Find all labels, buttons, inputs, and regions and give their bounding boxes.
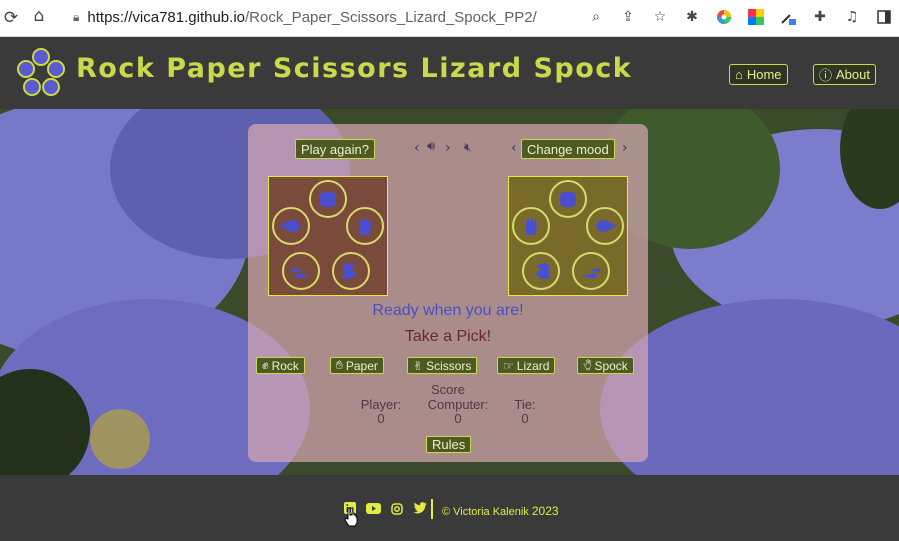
hand-lizard-icon bbox=[522, 252, 560, 290]
home-button[interactable]: ⌂ Home bbox=[729, 64, 788, 85]
logo-icon[interactable] bbox=[16, 47, 66, 97]
chevron-right-icon[interactable]: › bbox=[445, 140, 451, 156]
chevron-left-icon[interactable]: ‹ bbox=[511, 140, 517, 156]
puzzle-icon[interactable]: ✚ bbox=[811, 8, 829, 26]
zoom-icon[interactable]: ⌕ bbox=[587, 8, 605, 26]
choice-spock-button[interactable]: 🖖︎ Spock bbox=[577, 357, 634, 374]
tie-score: Tie: 0 bbox=[510, 398, 540, 426]
choice-rock-button[interactable]: ✊︎ Rock bbox=[256, 357, 305, 374]
color-wheel-icon[interactable] bbox=[715, 8, 733, 26]
play-again-button[interactable]: Play again? bbox=[295, 139, 375, 159]
sound-on-icon[interactable]: 🔊︎ bbox=[427, 139, 435, 154]
choice-label: Spock bbox=[594, 358, 628, 373]
sound-mute-icon[interactable]: 🔇︎ bbox=[464, 140, 472, 155]
home-icon[interactable]: ⌂ bbox=[30, 6, 48, 26]
hand-scissors-icon bbox=[572, 252, 610, 290]
hand-cursor-icon bbox=[343, 507, 359, 531]
instagram-icon[interactable] bbox=[390, 502, 403, 515]
choice-label: Lizard bbox=[516, 358, 550, 373]
hand-paper-icon bbox=[272, 207, 310, 245]
credit-name: © Victoria Kalenik bbox=[442, 506, 529, 518]
hand-rock-icon: ✊︎ bbox=[262, 358, 269, 372]
url-path: /Rock_Paper_Scissors_Lizard_Spock_PP2/ bbox=[245, 9, 537, 26]
lock-icon: 🔒︎ bbox=[73, 10, 80, 24]
hand-scissors-icon bbox=[282, 252, 320, 290]
choice-label: Rock bbox=[271, 358, 299, 373]
about-label: About bbox=[836, 67, 870, 82]
hand-paper-icon: ✋︎ bbox=[336, 358, 343, 372]
credit-year: 2023 bbox=[531, 504, 559, 518]
choice-scissors-button[interactable]: ✌︎ Scissors bbox=[407, 357, 478, 374]
hand-spock-icon: 🖖︎ bbox=[583, 358, 592, 372]
info-icon: ⓘ bbox=[819, 68, 833, 83]
reload-icon[interactable]: ⟳ bbox=[2, 8, 20, 28]
hand-rock-icon bbox=[549, 180, 587, 218]
youtube-icon[interactable] bbox=[365, 502, 381, 514]
footer-credit: © Victoria Kalenik 2023 bbox=[442, 504, 559, 518]
url-host: https://vica781.github.io bbox=[87, 9, 245, 26]
hand-rock-icon bbox=[309, 180, 347, 218]
eyedropper-icon[interactable] bbox=[779, 8, 797, 26]
rules-button[interactable]: Rules bbox=[426, 436, 472, 453]
player-choice-board bbox=[268, 176, 388, 296]
tie-score-value: 0 bbox=[521, 411, 529, 426]
chevron-left-icon[interactable]: ‹ bbox=[414, 140, 420, 156]
tie-score-label: Tie: bbox=[514, 397, 536, 412]
star-icon[interactable]: ☆ bbox=[651, 8, 669, 26]
hand-lizard-icon bbox=[332, 252, 370, 290]
choice-paper-button[interactable]: ✋︎ Paper bbox=[330, 357, 384, 374]
player-score: Player: 0 bbox=[356, 398, 406, 426]
player-score-value: 0 bbox=[377, 411, 385, 426]
status-ready-text: Ready when you are! bbox=[372, 302, 524, 319]
site-title: Rock Paper Scissors Lizard Spock bbox=[76, 53, 633, 84]
media-icon[interactable]: ♫ bbox=[843, 8, 861, 26]
site-header: Rock Paper Scissors Lizard Spock ⌂ Home … bbox=[0, 37, 899, 109]
game-panel: Play again? ‹ 🔊︎ › 🔇︎ ‹ Change mood › Re… bbox=[248, 124, 648, 462]
twitter-icon[interactable] bbox=[413, 502, 427, 514]
status-pick-text: Take a Pick! bbox=[404, 328, 492, 345]
computer-choice-board bbox=[508, 176, 628, 296]
hand-spock-icon bbox=[512, 207, 550, 245]
share-icon[interactable]: ⇪ bbox=[619, 8, 637, 26]
computer-score-value: 0 bbox=[454, 411, 462, 426]
color-grid-icon[interactable] bbox=[747, 8, 765, 26]
change-mood-button[interactable]: Change mood bbox=[521, 139, 615, 159]
footer-divider bbox=[431, 499, 433, 519]
about-button[interactable]: ⓘ About bbox=[813, 64, 876, 85]
hand-scissors-icon: ✌︎ bbox=[413, 358, 424, 373]
address-bar[interactable]: 🔒︎ https://vica781.github.io/Rock_Paper_… bbox=[73, 9, 537, 26]
home-icon: ⌂ bbox=[735, 67, 743, 82]
score-title: Score bbox=[431, 382, 465, 397]
player-score-label: Player: bbox=[360, 397, 402, 412]
browser-toolbar: ⟳ ⌂ 🔒︎ https://vica781.github.io/Rock_Pa… bbox=[0, 0, 899, 37]
choice-lizard-button[interactable]: ☞︎ Lizard bbox=[497, 357, 556, 374]
chevron-right-icon[interactable]: › bbox=[622, 140, 628, 156]
site-footer: © Victoria Kalenik 2023 bbox=[0, 475, 899, 541]
home-label: Home bbox=[746, 67, 782, 82]
sidepanel-icon[interactable] bbox=[875, 8, 893, 26]
choice-label: Paper bbox=[345, 358, 378, 373]
hand-paper-icon bbox=[586, 207, 624, 245]
hand-lizard-icon: ☞︎ bbox=[503, 358, 514, 373]
choice-label: Scissors bbox=[426, 358, 472, 373]
computer-score: Computer: 0 bbox=[420, 398, 496, 426]
computer-score-label: Computer: bbox=[427, 397, 489, 412]
hand-spock-icon bbox=[346, 207, 384, 245]
extension-bug-icon[interactable]: ✱ bbox=[683, 8, 701, 26]
